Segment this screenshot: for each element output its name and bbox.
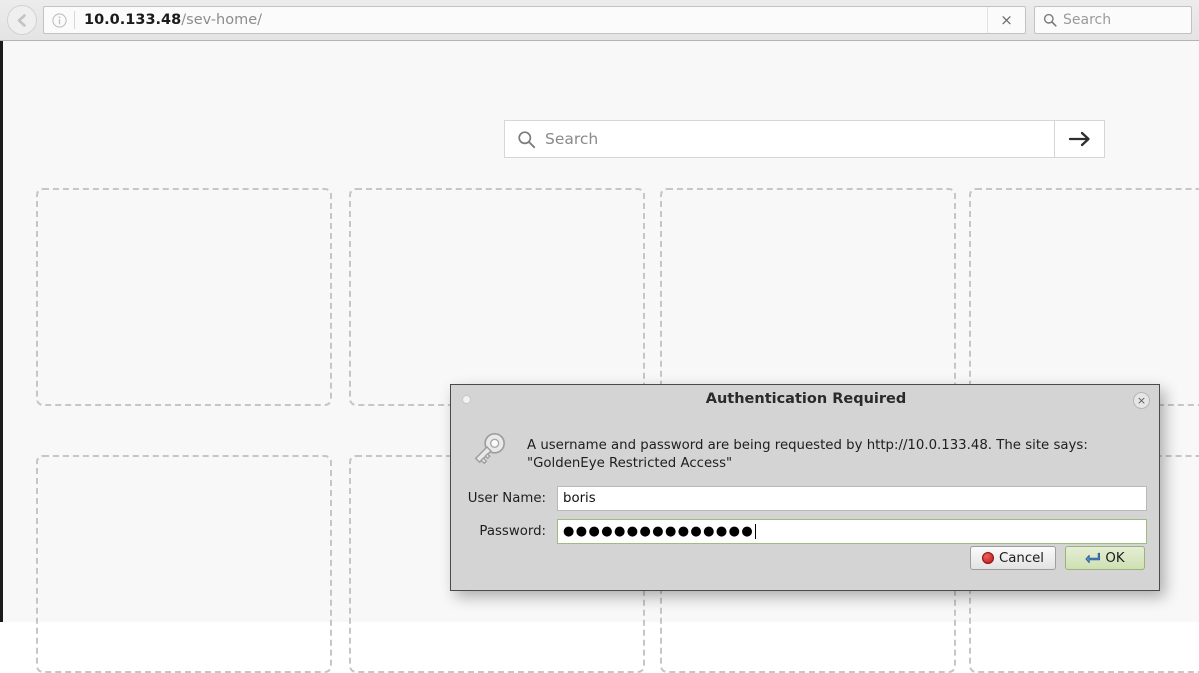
page-search-placeholder: Search: [545, 130, 599, 148]
search-icon: [1043, 13, 1057, 27]
arrow-right-icon: [1068, 131, 1090, 147]
password-field-row: Password: ●●●●●●●●●●●●●●●: [451, 519, 1161, 544]
page-search-input[interactable]: Search: [504, 120, 1055, 158]
page-info-icon[interactable]: [44, 12, 74, 28]
url-path: /sev-home/: [181, 12, 263, 28]
placeholder-box: [36, 188, 332, 406]
placeholder-box: [660, 188, 956, 406]
placeholder-box: [36, 455, 332, 673]
password-label: Password:: [479, 524, 546, 539]
placeholder-box: [349, 188, 645, 406]
key-icon: [465, 421, 527, 477]
username-label: User Name:: [467, 491, 546, 506]
browser-toolbar: 10.0.133.48/sev-home/ × Search: [0, 0, 1199, 41]
browser-search-box[interactable]: Search: [1034, 6, 1192, 34]
page-search-group: Search: [504, 120, 1105, 158]
back-button[interactable]: [7, 5, 37, 35]
browser-search-placeholder: Search: [1063, 12, 1112, 28]
stop-icon: [981, 552, 994, 564]
dialog-message-row: A username and password are being reques…: [451, 415, 1161, 477]
dialog-title: Authentication Required: [705, 391, 907, 407]
username-field-row: User Name: boris: [451, 486, 1161, 511]
address-bar[interactable]: 10.0.133.48/sev-home/ ×: [43, 6, 1026, 34]
placeholder-box: [969, 188, 1199, 406]
back-arrow-icon: [17, 13, 26, 27]
password-masked-value: ●●●●●●●●●●●●●●●: [563, 524, 755, 539]
dialog-body: A username and password are being reques…: [451, 415, 1161, 544]
text-caret: [755, 524, 757, 539]
url-host: 10.0.133.48: [84, 12, 182, 28]
password-input[interactable]: ●●●●●●●●●●●●●●●: [557, 519, 1147, 544]
dialog-button-row: Cancel OK: [969, 546, 1145, 570]
ok-button[interactable]: OK: [1065, 546, 1145, 570]
clear-url-button[interactable]: ×: [987, 7, 1025, 33]
cancel-button-label: Cancel: [998, 550, 1044, 566]
page-search-submit-button[interactable]: [1055, 120, 1105, 158]
enter-arrow-icon: [1085, 552, 1101, 563]
dialog-message: A username and password are being reques…: [527, 438, 1088, 472]
username-input[interactable]: boris: [557, 486, 1147, 511]
authentication-dialog: Authentication Required × A username and…: [450, 384, 1160, 591]
close-icon[interactable]: ×: [1133, 392, 1150, 409]
address-bar-url: 10.0.133.48/sev-home/: [75, 12, 987, 28]
cancel-button[interactable]: Cancel: [969, 546, 1056, 570]
ok-button-label: OK: [1105, 550, 1125, 566]
search-icon: [518, 130, 536, 148]
